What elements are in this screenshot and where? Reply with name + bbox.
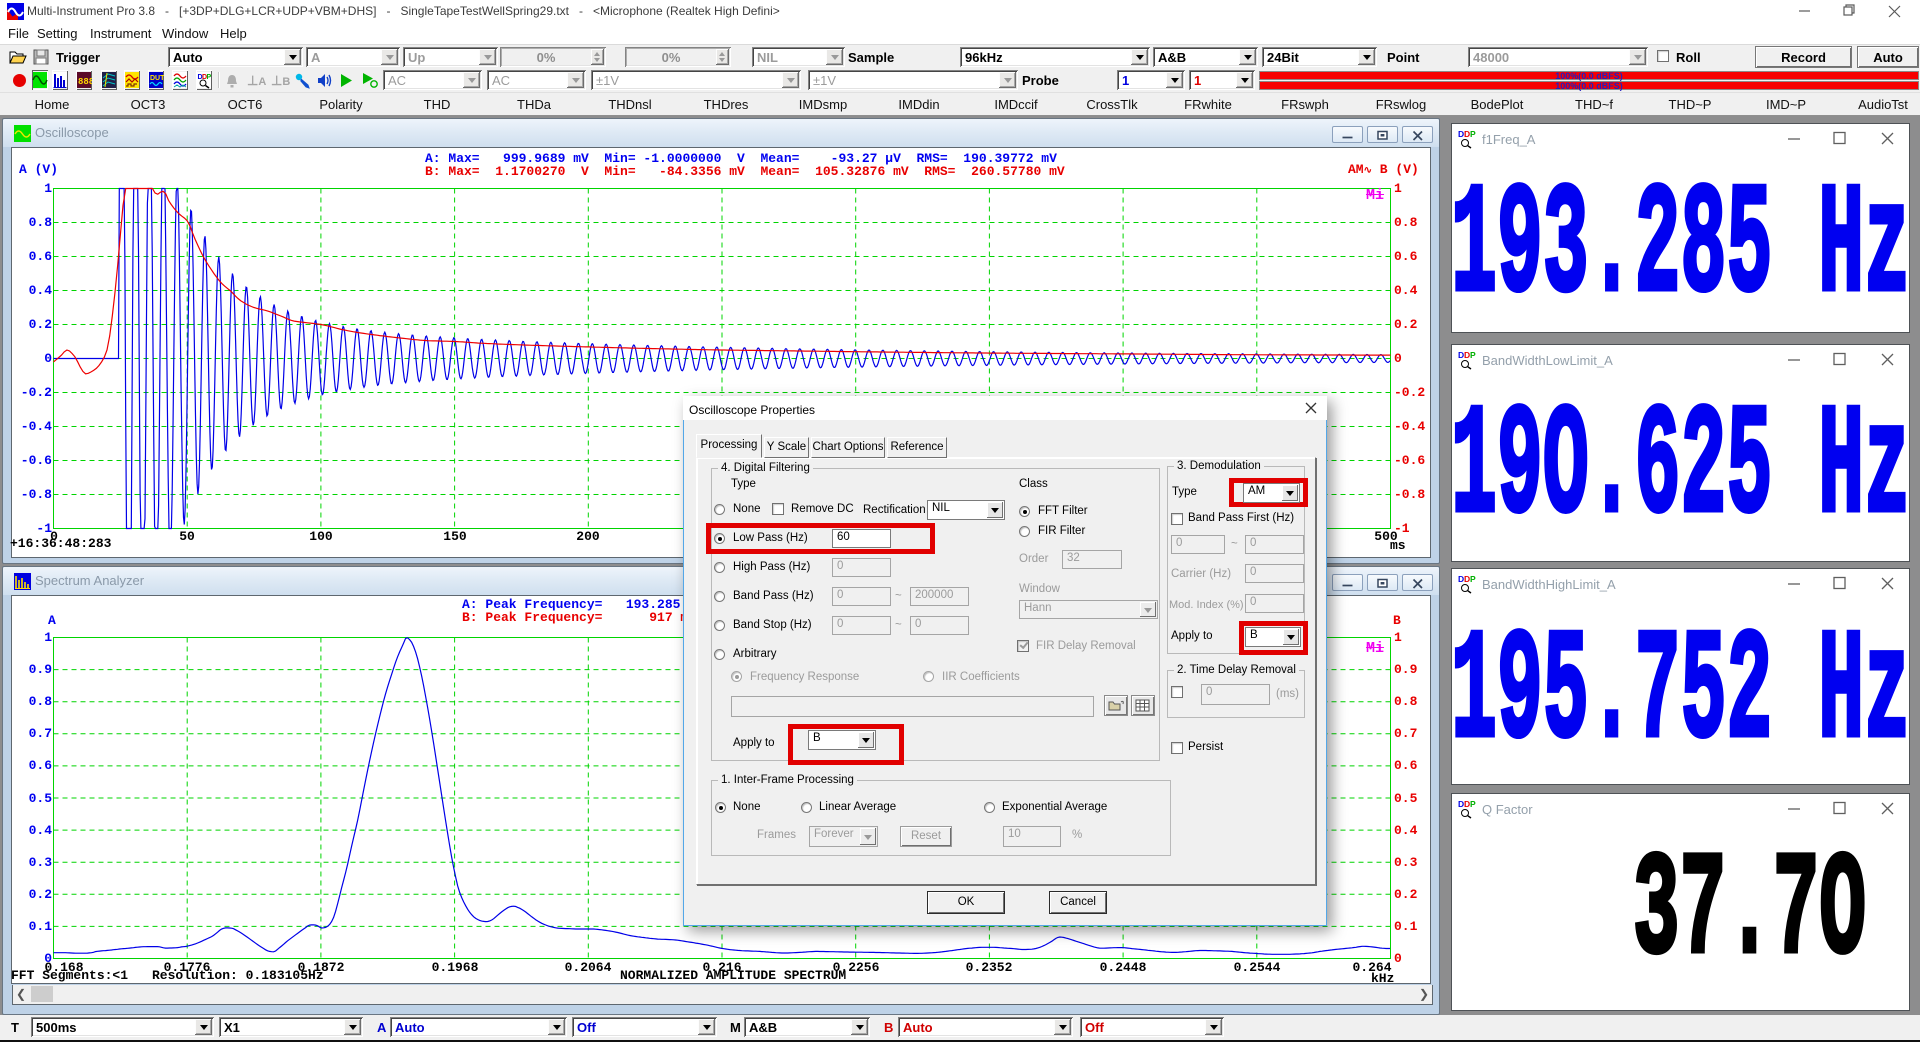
svg-text:P: P bbox=[207, 74, 212, 81]
svg-text:P: P bbox=[1470, 129, 1476, 139]
svg-text:P: P bbox=[1470, 574, 1476, 584]
svg-text:888: 888 bbox=[78, 77, 92, 87]
svg-text:P: P bbox=[1470, 799, 1476, 809]
svg-text:DUT: DUT bbox=[150, 75, 164, 82]
svg-text:P: P bbox=[1470, 350, 1476, 360]
